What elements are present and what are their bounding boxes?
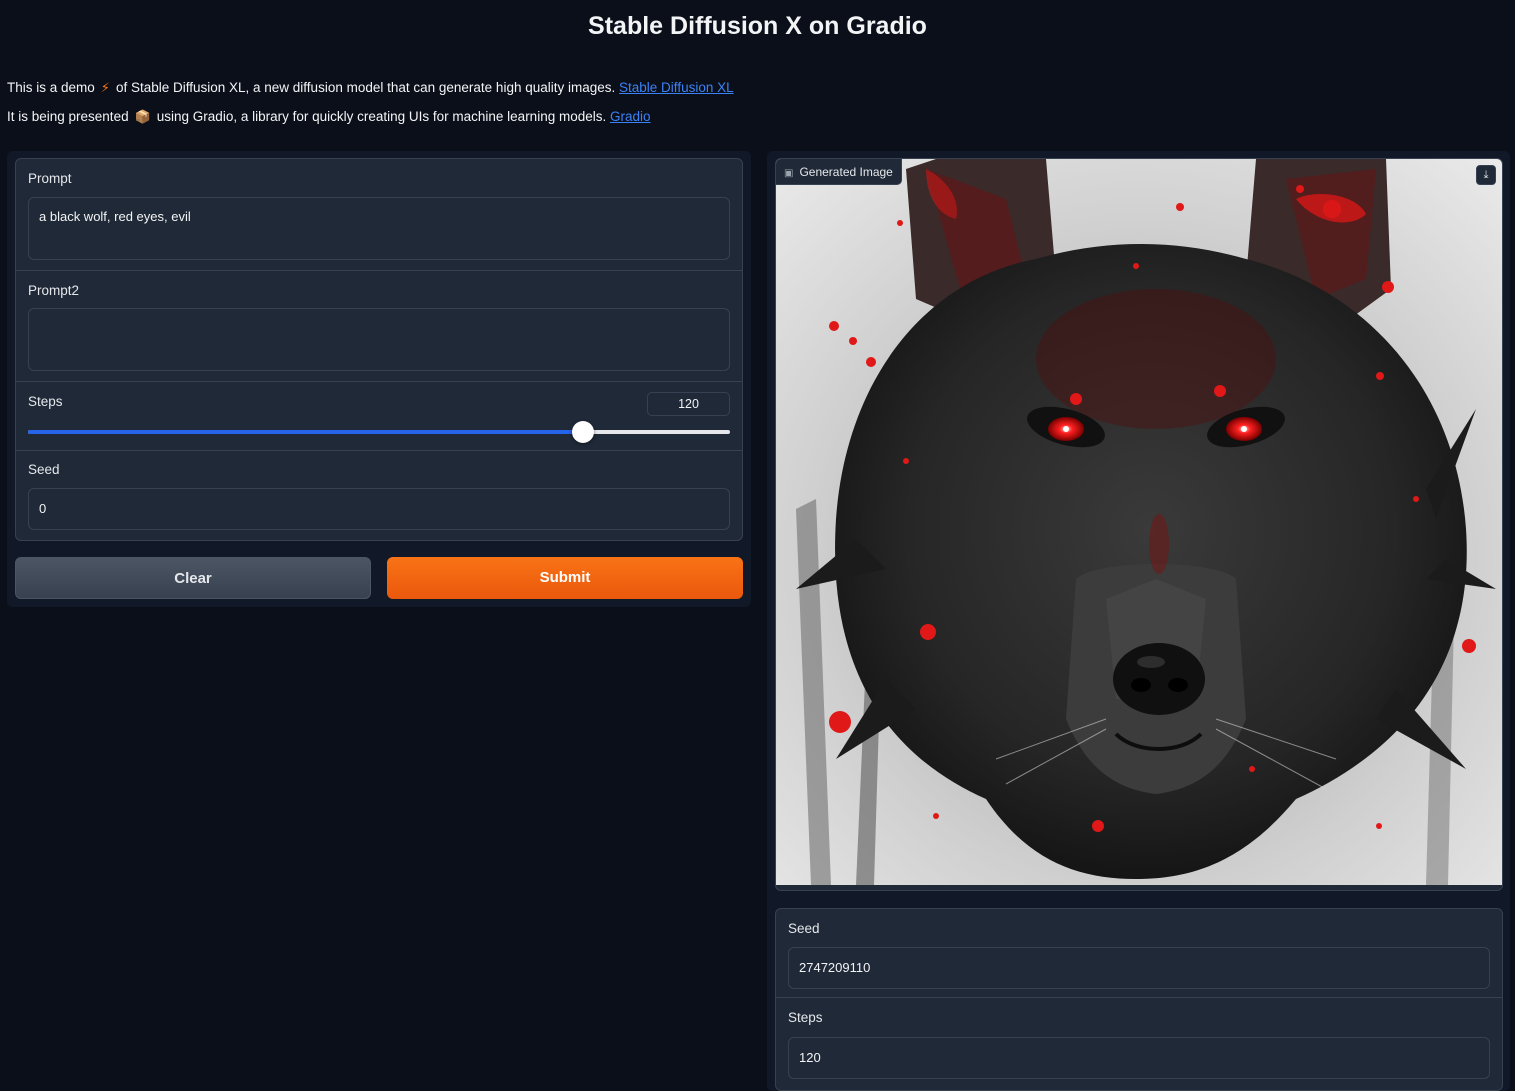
image-label-text: Generated Image — [799, 165, 893, 179]
description-text: of Stable Diffusion XL, a new diffusion … — [115, 80, 616, 95]
steps-slider-fill — [28, 430, 583, 434]
prompt-field: Prompt a black wolf, red eyes, evil — [16, 159, 742, 271]
output-seed-value[interactable]: 2747209110 — [788, 947, 1490, 989]
output-steps-field: Steps 120 — [776, 998, 1502, 1090]
description-text: It is being presented — [7, 109, 129, 124]
stable-diffusion-xl-link[interactable]: Stable Diffusion XL — [619, 80, 734, 95]
description-line-1: This is a demo ⚡ of Stable Diffusion XL, a… — [7, 80, 734, 96]
seed-field: Seed 0 — [16, 451, 742, 541]
prompt2-field: Prompt2 — [16, 271, 742, 382]
input-panel: Prompt a black wolf, red eyes, evil Prom… — [7, 151, 751, 607]
steps-field: Steps 120 — [16, 382, 742, 451]
input-form: Prompt a black wolf, red eyes, evil Prom… — [15, 158, 743, 541]
package-icon: 📦 — [134, 109, 151, 124]
prompt2-label: Prompt2 — [28, 283, 80, 298]
description-line-2: It is being presented 📦 using Gradio, a li… — [7, 109, 651, 125]
submit-button[interactable]: Submit — [387, 557, 743, 599]
prompt2-input[interactable] — [28, 308, 730, 371]
generated-image-container: ▣ Generated Image ⤓ — [775, 158, 1503, 891]
image-icon: ▣ — [784, 168, 794, 179]
download-button[interactable]: ⤓ — [1476, 165, 1496, 185]
output-panel: ▣ Generated Image ⤓ Seed 2747209110 Step… — [767, 151, 1510, 1091]
steps-label: Steps — [28, 394, 63, 409]
output-seed-label: Seed — [788, 921, 820, 936]
generated-image — [776, 159, 1502, 885]
prompt-input[interactable]: a black wolf, red eyes, evil — [28, 197, 730, 260]
lightning-icon: ⚡ — [100, 80, 110, 95]
image-label-badge: ▣ Generated Image — [776, 159, 902, 185]
description-text: This is a demo — [7, 80, 95, 95]
output-steps-label: Steps — [788, 1010, 823, 1025]
download-icon: ⤓ — [1483, 169, 1489, 181]
prompt-label: Prompt — [28, 171, 72, 186]
steps-slider-thumb[interactable] — [571, 421, 594, 443]
steps-slider[interactable] — [28, 421, 730, 443]
description-text: using Gradio, a library for quickly crea… — [156, 109, 607, 124]
page-title: Stable Diffusion X on Gradio — [588, 12, 927, 40]
seed-input[interactable]: 0 — [28, 488, 730, 530]
gradio-link[interactable]: Gradio — [610, 109, 651, 124]
steps-number-input[interactable]: 120 — [647, 392, 730, 416]
seed-label: Seed — [28, 462, 60, 477]
output-steps-value[interactable]: 120 — [788, 1037, 1490, 1079]
clear-button[interactable]: Clear — [15, 557, 371, 599]
output-seed-field: Seed 2747209110 — [776, 909, 1502, 998]
output-fields: Seed 2747209110 Steps 120 — [775, 908, 1503, 1091]
